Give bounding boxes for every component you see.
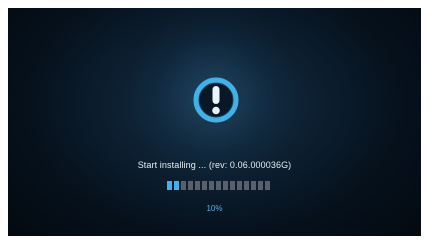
progress-segment-empty (202, 181, 207, 190)
progress-segment-empty (265, 181, 270, 190)
progress-percent-label: 10% (206, 204, 223, 213)
progress-segment-empty (251, 181, 256, 190)
progress-segment-empty (258, 181, 263, 190)
progress-segment-empty (188, 181, 193, 190)
install-status-text: Start installing ... (rev: 0.06.000036G) (137, 160, 292, 170)
install-progress-bar (167, 181, 270, 190)
progress-segment-empty (209, 181, 214, 190)
progress-segment-empty (216, 181, 221, 190)
progress-segment-filled (174, 181, 179, 190)
progress-segment-empty (230, 181, 235, 190)
progress-segment-empty (244, 181, 249, 190)
progress-segment-empty (237, 181, 242, 190)
exclamation-icon (193, 77, 239, 123)
install-screen: Start installing ... (rev: 0.06.000036G)… (8, 8, 421, 236)
screen-frame: Start installing ... (rev: 0.06.000036G)… (0, 0, 429, 244)
progress-segment-empty (223, 181, 228, 190)
progress-segment-empty (195, 181, 200, 190)
progress-segment-filled (167, 181, 172, 190)
progress-segment-empty (181, 181, 186, 190)
